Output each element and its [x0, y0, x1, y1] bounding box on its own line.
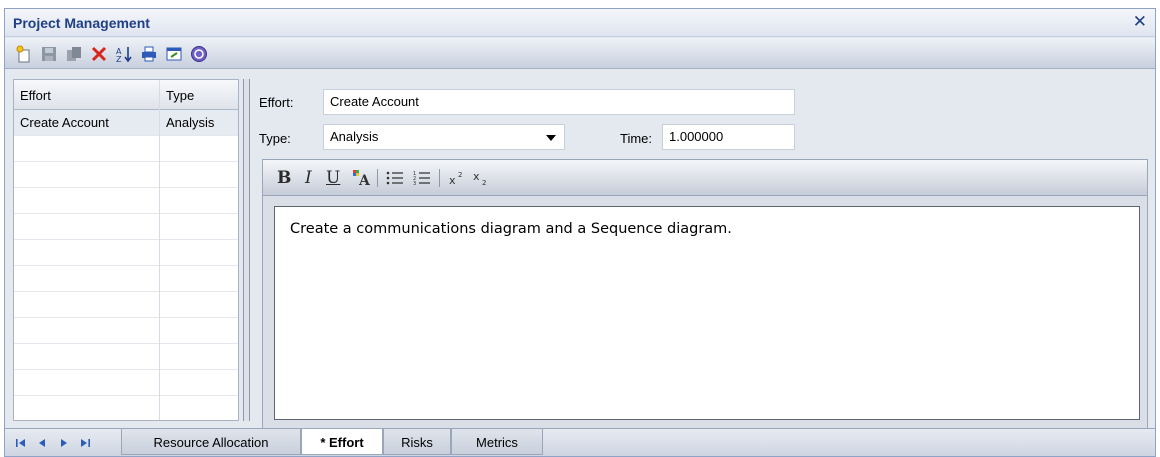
last-page-icon[interactable] — [77, 436, 93, 450]
empty-row — [14, 370, 238, 396]
empty-row — [14, 266, 238, 292]
main-toolbar: AZ — [5, 38, 1155, 69]
type-label: Type: — [259, 131, 291, 146]
time-label: Time: — [620, 131, 653, 146]
tab-metrics[interactable]: Metrics — [451, 429, 543, 455]
svg-text:Z: Z — [116, 55, 122, 63]
title-bar: Project Management ✕ — [5, 9, 1155, 37]
subscript-icon[interactable]: x2 — [471, 167, 491, 189]
bullet-list-icon[interactable] — [384, 167, 406, 189]
tab-bar: Resource Allocation * Effort Risks Metri… — [5, 428, 1155, 456]
row-type-cell: Analysis — [166, 115, 215, 130]
empty-row — [14, 240, 238, 266]
column-header-type[interactable]: Type — [166, 88, 194, 103]
print-icon[interactable] — [138, 43, 160, 64]
tab-effort[interactable]: * Effort — [301, 429, 383, 455]
numbered-list-icon[interactable]: 123 — [411, 167, 433, 189]
first-page-icon[interactable] — [13, 436, 29, 450]
window-title: Project Management — [13, 15, 150, 31]
properties-icon[interactable] — [163, 43, 185, 64]
toolbar-separator — [439, 169, 440, 187]
effort-grid: Effort Type Create Account Analysis — [13, 79, 239, 421]
column-divider — [159, 80, 160, 420]
svg-text:2: 2 — [458, 171, 462, 179]
grid-header: Effort Type — [14, 80, 238, 110]
project-management-window: Project Management ✕ AZ Effort Type Crea… — [4, 8, 1156, 457]
empty-row — [14, 396, 238, 420]
superscript-icon[interactable]: x2 — [447, 167, 467, 189]
svg-text:A: A — [358, 173, 371, 187]
panel-splitter[interactable] — [243, 79, 250, 421]
delete-icon[interactable] — [88, 43, 110, 64]
effort-name-field[interactable]: Create Account — [323, 89, 795, 115]
sort-icon[interactable]: AZ — [113, 43, 135, 64]
save-icon[interactable] — [38, 43, 60, 64]
empty-row — [14, 214, 238, 240]
svg-text:x: x — [449, 174, 456, 186]
empty-row — [14, 318, 238, 344]
empty-row — [14, 344, 238, 370]
toolbar-separator — [377, 169, 378, 187]
tab-risks[interactable]: Risks — [383, 429, 451, 455]
svg-text:3: 3 — [413, 181, 416, 186]
notes-editor: B I U A 123 x2 x2 Create a communication… — [262, 159, 1148, 429]
bold-button[interactable]: B — [277, 167, 291, 189]
underline-button[interactable]: U — [326, 167, 340, 189]
svg-text:2: 2 — [482, 179, 486, 186]
previous-page-icon[interactable] — [34, 436, 50, 450]
type-select[interactable]: Analysis — [323, 124, 565, 150]
new-icon[interactable] — [13, 43, 35, 64]
editor-toolbar: B I U A 123 x2 x2 — [263, 160, 1147, 196]
notes-text-area[interactable]: Create a communications diagram and a Se… — [274, 206, 1140, 420]
empty-row — [14, 162, 238, 188]
close-icon[interactable]: ✕ — [1133, 12, 1147, 32]
row-effort-cell: Create Account — [20, 115, 109, 130]
type-select-value: Analysis — [330, 129, 379, 144]
empty-row — [14, 292, 238, 318]
column-header-effort[interactable]: Effort — [20, 88, 51, 103]
italic-button[interactable]: I — [305, 167, 312, 189]
copy-icon[interactable] — [63, 43, 85, 64]
svg-text:x: x — [473, 170, 480, 183]
empty-row — [14, 136, 238, 162]
effort-label: Effort: — [259, 95, 294, 110]
empty-row — [14, 188, 238, 214]
chevron-down-icon[interactable] — [546, 135, 556, 141]
time-field[interactable]: 1.000000 — [662, 124, 795, 150]
table-row[interactable]: Create Account Analysis — [14, 110, 238, 136]
help-icon[interactable] — [188, 43, 210, 64]
tab-resource-allocation[interactable]: Resource Allocation — [121, 429, 301, 455]
next-page-icon[interactable] — [56, 436, 72, 450]
font-color-icon[interactable]: A — [351, 167, 373, 189]
